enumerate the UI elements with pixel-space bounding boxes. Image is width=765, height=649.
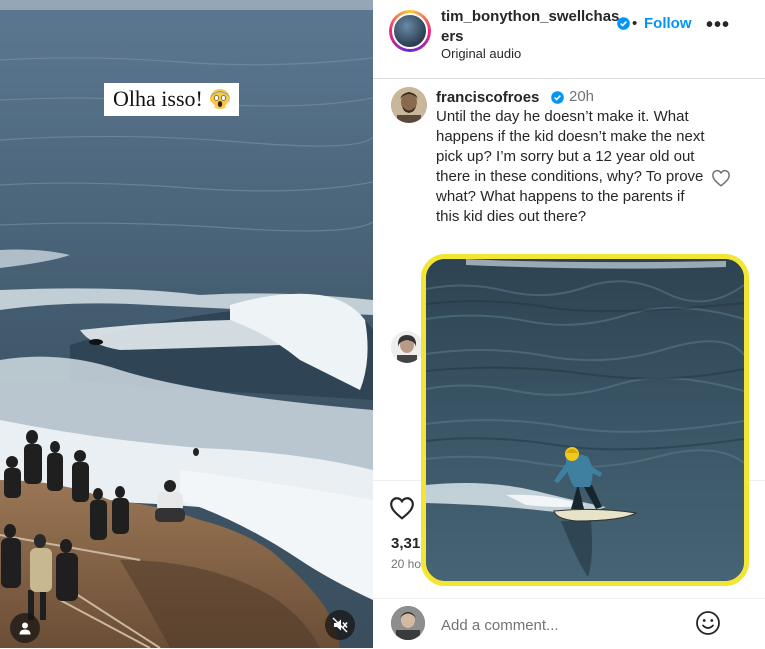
commenter-username[interactable]: franciscofroes xyxy=(436,89,539,106)
emoji-picker-icon[interactable] xyxy=(695,610,721,636)
verified-badge-icon xyxy=(551,91,564,104)
audio-link[interactable]: Original audio xyxy=(441,46,521,61)
screaming-face-emoji-icon xyxy=(209,88,231,110)
mute-button[interactable] xyxy=(325,610,355,640)
user-tag-button[interactable] xyxy=(10,613,40,643)
follow-button[interactable]: Follow xyxy=(644,15,692,32)
author-username[interactable]: tim_bonython_swellchasers xyxy=(441,7,621,47)
verified-badge-icon xyxy=(617,17,630,30)
surfer-closeup-image xyxy=(426,259,744,581)
comment-text: Until the day he doesn’t make it. What h… xyxy=(436,108,705,225)
reel-video[interactable]: Olha isso! xyxy=(0,0,373,648)
author-avatar[interactable] xyxy=(389,10,431,52)
more-options-icon[interactable]: ••• xyxy=(706,15,730,35)
post-date: 20 ho xyxy=(391,557,422,571)
caption-text: Olha isso! xyxy=(113,86,203,111)
muted-speaker-icon xyxy=(332,617,348,633)
user-icon xyxy=(19,622,31,635)
comment-timestamp: 20h xyxy=(569,88,595,105)
commenter-avatar[interactable] xyxy=(391,331,423,363)
follow-separator: • xyxy=(632,15,638,32)
current-user-avatar xyxy=(391,606,425,640)
zoomed-surfer-image xyxy=(421,254,749,586)
likes-count[interactable]: 3,31 xyxy=(391,535,420,552)
comment-input[interactable] xyxy=(439,612,693,638)
post-header: tim_bonython_swellchasers • Follow ••• O… xyxy=(373,0,765,79)
video-caption: Olha isso! xyxy=(104,83,239,116)
commenter-avatar[interactable] xyxy=(391,87,427,123)
like-heart-icon[interactable] xyxy=(389,496,415,520)
heart-outline-icon[interactable] xyxy=(711,169,731,187)
